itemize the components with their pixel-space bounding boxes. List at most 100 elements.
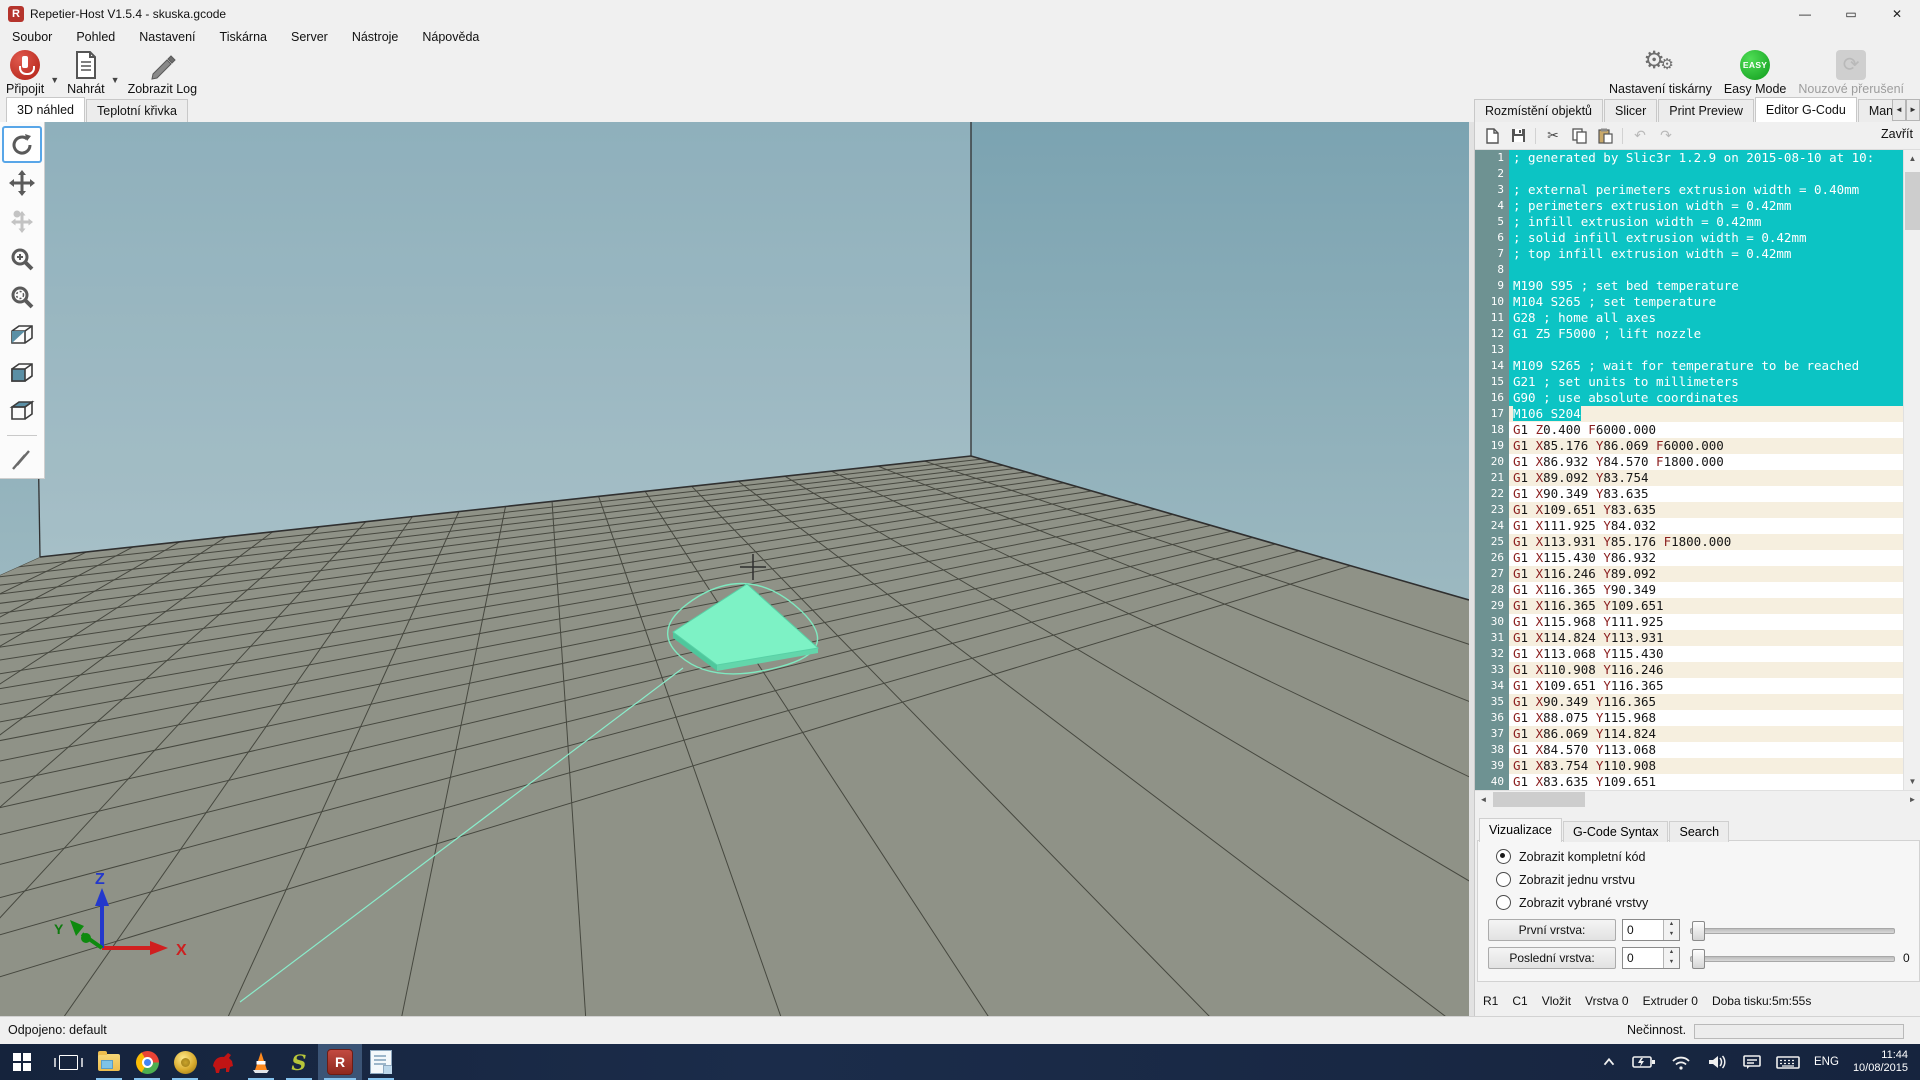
gcode-line[interactable]: 22G1 X90.349 Y83.635	[1475, 486, 1904, 502]
gcode-line[interactable]: 35G1 X90.349 Y116.365	[1475, 694, 1904, 710]
tab-editor-g-codu[interactable]: Editor G-Codu	[1755, 97, 1857, 122]
gcode-line[interactable]: 4; perimeters extrusion width = 0.42mm	[1475, 198, 1904, 214]
volume-icon[interactable]	[1706, 1053, 1728, 1071]
menu-item-nápověda[interactable]: Nápověda	[410, 28, 491, 46]
horizontal-scroll-thumb[interactable]	[1493, 792, 1585, 807]
tab-search[interactable]: Search	[1669, 821, 1729, 842]
radio-zobrazit-vybran-vrstvy[interactable]: Zobrazit vybrané vrstvy	[1478, 891, 1919, 914]
copy-icon[interactable]	[1568, 126, 1590, 146]
tab-manu-ln-ovl-d-n-[interactable]: Manuální ovládání	[1858, 99, 1894, 122]
gcode-line[interactable]: 23G1 X109.651 Y83.635	[1475, 502, 1904, 518]
gcode-line[interactable]: 15G21 ; set units to millimeters	[1475, 374, 1904, 390]
zoom-in-tool-icon[interactable]	[2, 240, 42, 277]
notepad-icon[interactable]	[362, 1044, 400, 1080]
red-dog-app-icon[interactable]	[204, 1044, 242, 1080]
gcode-line[interactable]: 16G90 ; use absolute coordinates	[1475, 390, 1904, 406]
gcode-line[interactable]: 38G1 X84.570 Y113.068	[1475, 742, 1904, 758]
vertical-scroll-thumb[interactable]	[1905, 172, 1920, 230]
wifi-icon[interactable]	[1670, 1053, 1692, 1071]
menu-item-pohled[interactable]: Pohled	[64, 28, 127, 46]
slider-thumb[interactable]	[1692, 949, 1705, 969]
start-button[interactable]	[0, 1044, 44, 1080]
last-layer-slider[interactable]	[1690, 948, 1895, 968]
gcode-line[interactable]: 30G1 X115.968 Y111.925	[1475, 614, 1904, 630]
gcode-line[interactable]: 8	[1475, 262, 1904, 278]
chrome-icon[interactable]	[128, 1044, 166, 1080]
gcode-line[interactable]: 27G1 X116.246 Y89.092	[1475, 566, 1904, 582]
gcode-text-area[interactable]: 1; generated by Slic3r 1.2.9 on 2015-08-…	[1475, 150, 1904, 790]
close-button[interactable]: ✕	[1874, 0, 1920, 27]
notification-icon[interactable]	[1742, 1053, 1762, 1071]
gold-app-icon[interactable]	[166, 1044, 204, 1080]
scroll-down-icon[interactable]: ▼	[1904, 773, 1920, 790]
front-view-icon[interactable]	[2, 355, 42, 392]
gcode-line[interactable]: 36G1 X88.075 Y115.968	[1475, 710, 1904, 726]
scroll-up-icon[interactable]: ▲	[1904, 150, 1920, 167]
maximize-button[interactable]: ▭	[1828, 0, 1874, 27]
gcode-line[interactable]: 11G28 ; home all axes	[1475, 310, 1904, 326]
menu-item-nástroje[interactable]: Nástroje	[340, 28, 411, 46]
last-layer-button[interactable]: Poslední vrstva:	[1488, 947, 1616, 969]
radio-zobrazit-kompletn-k-d[interactable]: Zobrazit kompletní kód	[1478, 845, 1919, 868]
gcode-line[interactable]: 5; infill extrusion width = 0.42mm	[1475, 214, 1904, 230]
language-indicator[interactable]: ENG	[1814, 1056, 1839, 1068]
clock[interactable]: 11:44 10/08/2015	[1853, 1049, 1908, 1075]
gcode-line[interactable]: 29G1 X116.365 Y109.651	[1475, 598, 1904, 614]
tab-scroll-right-icon[interactable]: ►	[1906, 99, 1920, 121]
vertical-scrollbar[interactable]: ▲ ▼	[1903, 150, 1920, 790]
tab-3d-n-hled[interactable]: 3D náhled	[6, 97, 85, 122]
battery-ic[on[interactable]	[1632, 1053, 1656, 1071]
task-view-button[interactable]	[48, 1044, 88, 1080]
tab-teplotn-k-ivka[interactable]: Teplotní křivka	[86, 99, 188, 122]
minimize-button[interactable]: —	[1782, 0, 1828, 27]
file-explorer-icon[interactable]	[90, 1044, 128, 1080]
easy-mode-button[interactable]: EASY Easy Mode	[1718, 47, 1793, 97]
save-icon[interactable]	[1507, 126, 1529, 146]
cut-icon[interactable]: ✂	[1542, 126, 1564, 146]
gcode-line[interactable]: 17M106 S204	[1475, 406, 1904, 422]
spinner-arrows[interactable]: ▲▼	[1663, 920, 1679, 940]
repetier-host-icon[interactable]: R	[318, 1044, 362, 1080]
gcode-line[interactable]: 37G1 X86.069 Y114.824	[1475, 726, 1904, 742]
last-layer-spinner[interactable]: 0 ▲▼	[1622, 947, 1680, 969]
gcode-line[interactable]: 14M109 S265 ; wait for temperature to be…	[1475, 358, 1904, 374]
menu-item-tiskárna[interactable]: Tiskárna	[208, 28, 279, 46]
first-layer-slider[interactable]	[1690, 920, 1895, 940]
isometric-view-icon[interactable]	[2, 317, 42, 354]
top-view-icon[interactable]	[2, 393, 42, 430]
3d-viewport[interactable]: XZY	[0, 122, 1469, 1016]
gcode-line[interactable]: 21G1 X89.092 Y83.754	[1475, 470, 1904, 486]
connect-button[interactable]: Připojit	[0, 47, 50, 97]
gcode-line[interactable]: 12G1 Z5 F5000 ; lift nozzle	[1475, 326, 1904, 342]
gcode-line[interactable]: 3; external perimeters extrusion width =…	[1475, 182, 1904, 198]
gcode-line[interactable]: 10M104 S265 ; set temperature	[1475, 294, 1904, 310]
gcode-line[interactable]: 18G1 Z0.400 F6000.000	[1475, 422, 1904, 438]
gcode-line[interactable]: 40G1 X83.635 Y109.651	[1475, 774, 1904, 790]
gcode-line[interactable]: 34G1 X109.651 Y116.365	[1475, 678, 1904, 694]
gcode-line[interactable]: 6; solid infill extrusion width = 0.42mm	[1475, 230, 1904, 246]
tab-print-preview[interactable]: Print Preview	[1658, 99, 1754, 122]
tab-slicer[interactable]: Slicer	[1604, 99, 1657, 122]
load-dropdown-arrow[interactable]: ▼	[111, 75, 120, 85]
tray-chevron-icon[interactable]	[1600, 1053, 1618, 1071]
show-log-button[interactable]: Zobrazit Log	[122, 47, 203, 97]
spinner-arrows[interactable]: ▲▼	[1663, 948, 1679, 968]
new-file-icon[interactable]	[1481, 126, 1503, 146]
s-app-icon[interactable]: S	[280, 1044, 318, 1080]
gcode-line[interactable]: 1; generated by Slic3r 1.2.9 on 2015-08-…	[1475, 150, 1904, 166]
first-layer-button[interactable]: První vrstva:	[1488, 919, 1616, 941]
menu-item-soubor[interactable]: Soubor	[0, 28, 64, 46]
printer-settings-button[interactable]: ⚙⚙ Nastavení tiskárny	[1603, 47, 1718, 97]
touch-keyboard-icon[interactable]	[1776, 1053, 1800, 1071]
vlc-icon[interactable]	[242, 1044, 280, 1080]
load-button[interactable]: Nahrát	[61, 47, 111, 97]
paste-icon[interactable]	[1594, 126, 1616, 146]
slider-thumb[interactable]	[1692, 921, 1705, 941]
first-layer-spinner[interactable]: 0 ▲▼	[1622, 919, 1680, 941]
menu-item-nastavení[interactable]: Nastavení	[127, 28, 207, 46]
scroll-left-icon[interactable]: ◄	[1475, 791, 1492, 808]
gcode-line[interactable]: 19G1 X85.176 Y86.069 F6000.000	[1475, 438, 1904, 454]
zoom-fit-tool-icon[interactable]	[2, 278, 42, 315]
scroll-right-icon[interactable]: ►	[1904, 791, 1920, 808]
gcode-line[interactable]: 20G1 X86.932 Y84.570 F1800.000	[1475, 454, 1904, 470]
